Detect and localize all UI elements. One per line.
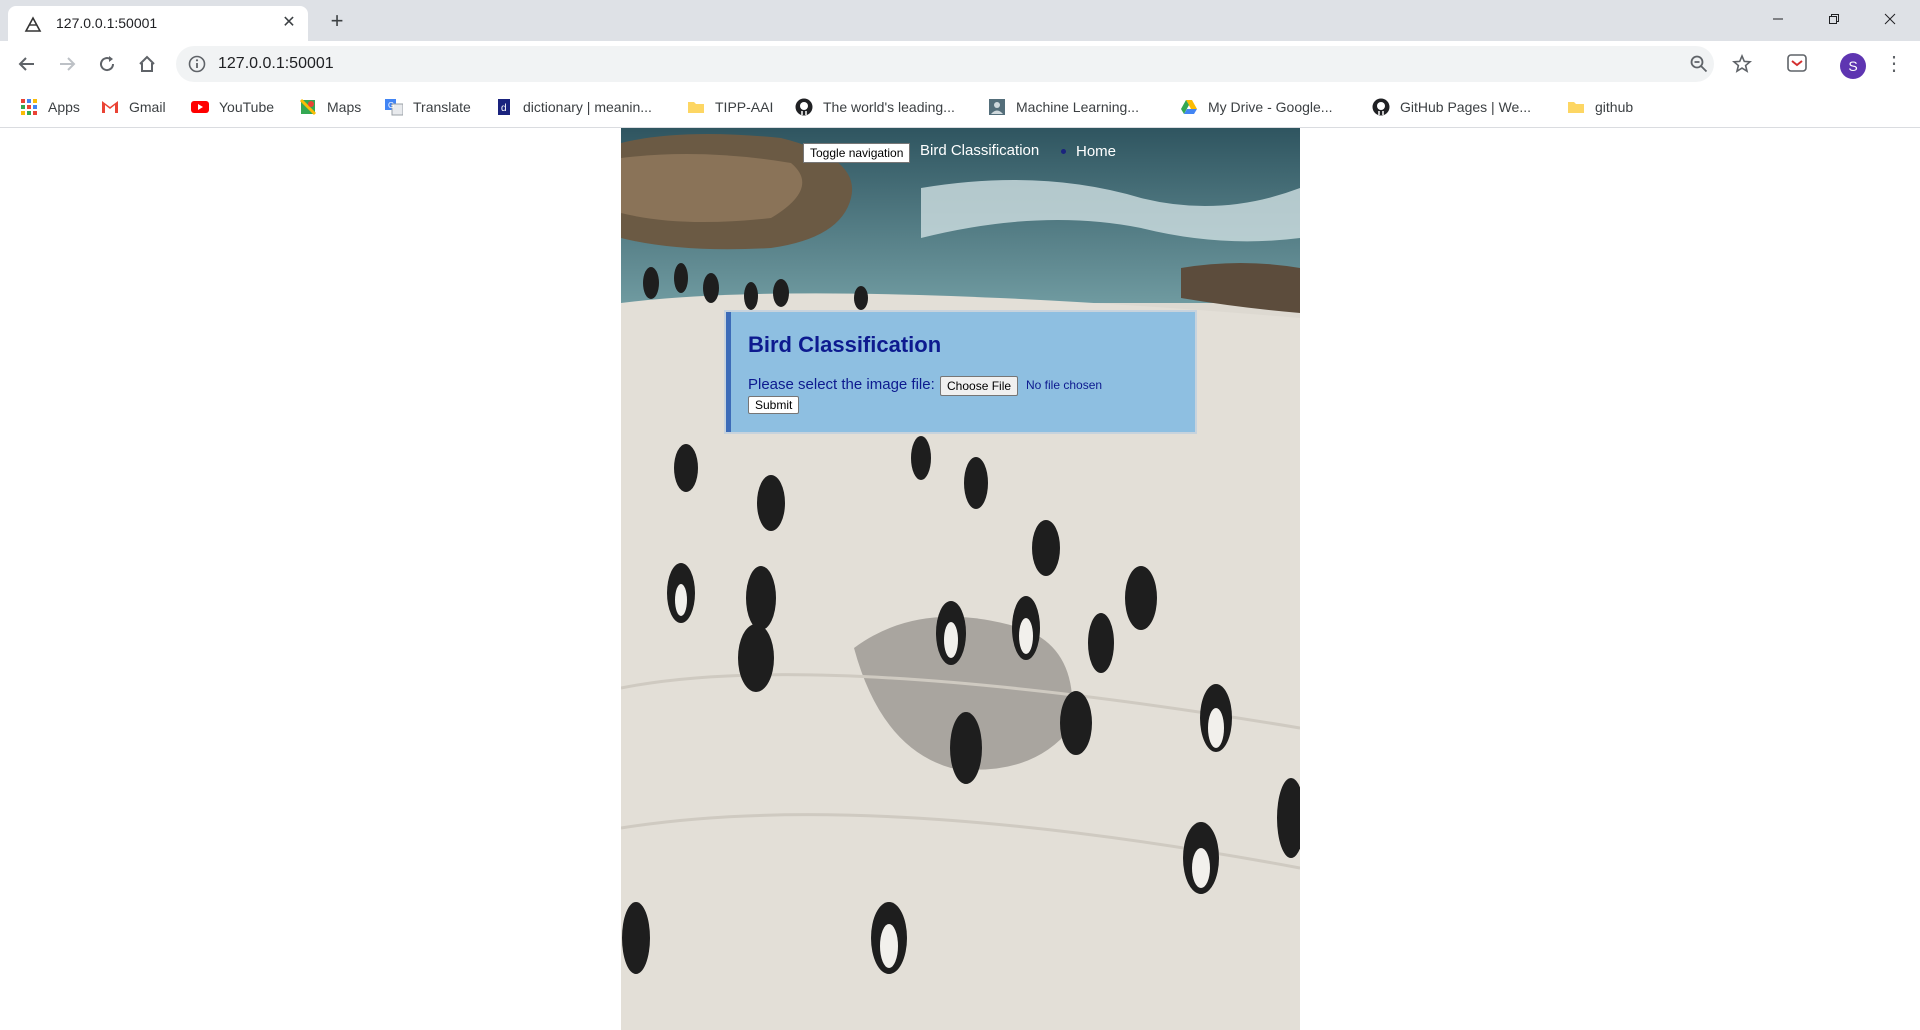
bookmark-tipp-aai[interactable]: TIPP-AAI (687, 96, 773, 118)
bookmark-label: YouTube (219, 99, 275, 115)
close-icon (1884, 13, 1896, 25)
nav-home-link[interactable]: Home (1076, 143, 1116, 160)
bookmark-github-pages[interactable]: GitHub Pages | We... (1372, 96, 1531, 118)
nav-bullet-icon (1061, 149, 1066, 154)
close-window-button[interactable] (1862, 0, 1918, 38)
upload-form: Bird Classification Please select the im… (724, 310, 1197, 434)
bookmark-apps[interactable]: Apps (20, 96, 80, 118)
browser-toolbar: 127.0.0.1:50001 S ⋮ (0, 41, 1920, 87)
bookmark-github[interactable]: The world's leading... (795, 96, 955, 118)
translate-icon: G (385, 99, 403, 116)
bookmark-label: Maps (327, 99, 362, 115)
submit-button[interactable]: Submit (748, 396, 800, 414)
forward-button[interactable] (52, 49, 82, 79)
bookmark-label: Machine Learning... (1016, 99, 1139, 115)
close-tab-icon[interactable]: ✕ (280, 14, 298, 32)
profile-avatar[interactable]: S (1840, 53, 1866, 79)
youtube-icon (191, 101, 209, 113)
url-text: 127.0.0.1:50001 (218, 55, 334, 72)
home-button[interactable] (132, 49, 162, 79)
bookmark-label: Translate (413, 99, 471, 115)
bookmarks-bar: Apps Gmail YouTube Maps G Translate d di… (0, 87, 1920, 128)
minimize-button[interactable] (1750, 0, 1806, 38)
bookmark-google-drive[interactable]: My Drive - Google... (1180, 96, 1332, 118)
site-navbar: Toggle navigation Bird Classification Ho… (621, 140, 1300, 170)
file-label: Please select the image file: (748, 376, 935, 393)
file-status-text: No file chosen (1026, 378, 1103, 392)
maps-icon (299, 98, 317, 116)
bookmark-maps[interactable]: Maps (299, 96, 361, 118)
toggle-navigation-button[interactable]: Toggle navigation (803, 143, 911, 163)
bookmark-label: Apps (48, 99, 80, 115)
bookmark-translate[interactable]: G Translate (385, 96, 471, 118)
github-icon (795, 98, 813, 116)
bookmark-label: My Drive - Google... (1208, 99, 1333, 115)
home-icon (139, 55, 155, 72)
penguin-beach-background (621, 128, 1300, 1030)
google-drive-icon (1181, 100, 1197, 114)
navbar-brand[interactable]: Bird Classification (920, 142, 1039, 159)
bookmark-label: TIPP-AAI (715, 99, 774, 115)
pocket-extension-icon[interactable] (1786, 52, 1808, 74)
back-button[interactable] (12, 49, 42, 79)
svg-text:d: d (501, 103, 507, 114)
tab-title: 127.0.0.1:50001 (56, 15, 158, 31)
arrow-left-icon (18, 57, 34, 71)
form-title: Bird Classification (748, 332, 942, 357)
flask-app-icon (24, 16, 42, 32)
info-icon[interactable] (188, 55, 206, 73)
reload-button[interactable] (92, 49, 122, 79)
folder-icon (688, 102, 704, 113)
arrow-right-icon (60, 57, 76, 71)
github-icon (1372, 98, 1390, 116)
bookmark-label: GitHub Pages | We... (1400, 99, 1531, 115)
choose-file-button[interactable]: Choose File (940, 376, 1019, 396)
dictionary-icon: d (498, 99, 510, 115)
apps-grid-icon (21, 99, 37, 115)
bookmark-label: Gmail (129, 99, 166, 115)
folder-icon (1568, 102, 1584, 113)
gmail-icon (102, 101, 118, 113)
browser-tab[interactable]: 127.0.0.1:50001 ✕ (8, 6, 308, 41)
reload-icon (100, 56, 115, 72)
bookmark-youtube[interactable]: YouTube (191, 96, 274, 118)
zoom-icon[interactable] (1690, 55, 1708, 73)
ml-page-icon (989, 99, 1005, 115)
bookmark-dictionary[interactable]: d dictionary | meanin... (495, 96, 652, 118)
bookmark-gmail[interactable]: Gmail (101, 96, 166, 118)
bookmark-star-icon[interactable] (1732, 54, 1752, 74)
page-content: Toggle navigation Bird Classification Ho… (621, 128, 1300, 1030)
bookmark-github-folder[interactable]: github (1567, 96, 1633, 118)
bookmark-machine-learning[interactable]: Machine Learning... (988, 96, 1139, 118)
new-tab-button[interactable]: + (324, 9, 350, 35)
bookmark-label: github (1595, 99, 1634, 115)
bookmark-label: dictionary | meanin... (523, 99, 652, 115)
restore-button[interactable] (1806, 0, 1862, 38)
bookmark-label: The world's leading... (823, 99, 955, 115)
minimize-icon (1773, 18, 1783, 20)
more-menu-icon[interactable]: ⋮ (1884, 53, 1904, 77)
svg-text:G: G (388, 101, 394, 110)
address-bar[interactable]: 127.0.0.1:50001 (176, 46, 1752, 82)
tab-strip: 127.0.0.1:50001 ✕ + (0, 0, 1920, 41)
restore-icon (1829, 14, 1839, 24)
